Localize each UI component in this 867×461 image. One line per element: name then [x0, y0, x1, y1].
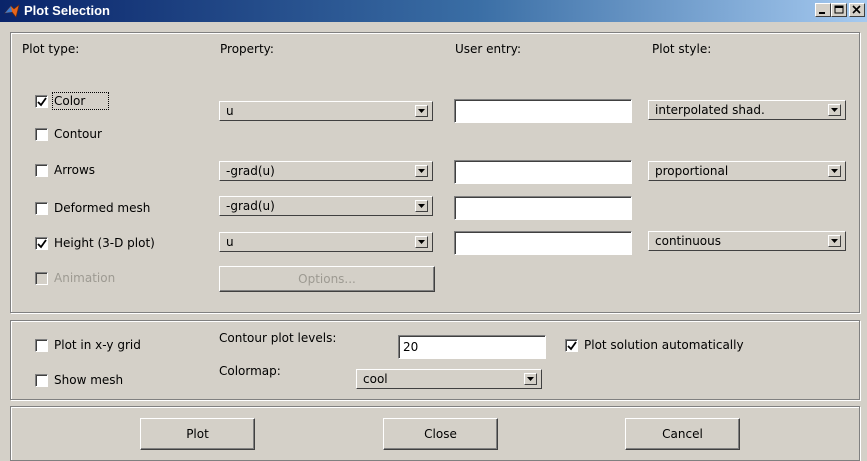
dropdown-arrow-icon: [415, 105, 428, 117]
color-checkbox[interactable]: [35, 95, 48, 108]
arrows-style-dropdown[interactable]: proportional: [648, 161, 846, 181]
arrows-property-value: -grad(u): [226, 164, 275, 178]
height-style-dropdown[interactable]: continuous: [648, 231, 846, 251]
height-property-dropdown[interactable]: u: [219, 232, 433, 252]
animation-checkbox: [35, 272, 48, 285]
arrows-label: Arrows: [54, 163, 96, 177]
dropdown-arrow-icon: [828, 165, 841, 177]
arrows-property-dropdown[interactable]: -grad(u): [219, 161, 433, 181]
arrows-user-entry-input[interactable]: [455, 161, 631, 183]
contour-label: Contour: [54, 127, 102, 141]
animation-options-button: Options...: [219, 266, 435, 292]
close-icon: [852, 5, 861, 14]
dropdown-arrow-icon: [415, 236, 428, 248]
deformed-property-value: -grad(u): [226, 199, 275, 213]
title-bar[interactable]: Plot Selection: [0, 0, 867, 22]
maximize-icon: [834, 5, 844, 14]
animation-label: Animation: [54, 271, 116, 285]
checkmark-icon: [567, 341, 577, 351]
auto-plot-label: Plot solution automatically: [584, 338, 744, 352]
user-entry-header: User entry:: [455, 42, 522, 56]
colormap-value: cool: [363, 372, 388, 386]
cancel-button[interactable]: Cancel: [625, 418, 740, 450]
show-mesh-label: Show mesh: [54, 373, 124, 387]
minimize-button[interactable]: [815, 3, 831, 17]
checkmark-icon: [37, 97, 47, 107]
window-title: Plot Selection: [24, 3, 110, 18]
height-user-entry[interactable]: [454, 231, 632, 255]
contour-levels-field[interactable]: [398, 335, 546, 359]
deformed-user-entry[interactable]: [454, 196, 632, 220]
dropdown-arrow-icon: [415, 165, 428, 177]
dropdown-arrow-icon: [415, 200, 428, 212]
auto-plot-checkbox[interactable]: [565, 339, 578, 352]
plot-style-header: Plot style:: [652, 42, 712, 56]
color-user-entry-input[interactable]: [455, 100, 631, 122]
height-style-value: continuous: [655, 234, 721, 248]
color-property-value: u: [226, 104, 234, 118]
maximize-button[interactable]: [831, 3, 847, 17]
colormap-dropdown[interactable]: cool: [356, 369, 542, 389]
deformed-user-entry-input[interactable]: [455, 197, 631, 219]
contour-levels-label: Contour plot levels:: [219, 331, 337, 345]
dropdown-arrow-icon: [524, 373, 537, 385]
plot-type-header: Plot type:: [22, 42, 80, 56]
property-header: Property:: [220, 42, 274, 56]
close-window-button[interactable]: [849, 3, 865, 17]
deformed-property-dropdown[interactable]: -grad(u): [219, 196, 433, 216]
dropdown-arrow-icon: [828, 104, 841, 116]
checkmark-icon: [37, 239, 47, 249]
xy-grid-label: Plot in x-y grid: [54, 338, 141, 352]
arrows-checkbox[interactable]: [35, 164, 48, 177]
color-user-entry[interactable]: [454, 99, 632, 123]
color-style-value: interpolated shad.: [655, 103, 765, 117]
contour-checkbox[interactable]: [35, 128, 48, 141]
color-property-dropdown[interactable]: u: [219, 101, 433, 121]
dropdown-arrow-icon: [828, 235, 841, 247]
height-user-entry-input[interactable]: [455, 232, 631, 254]
color-style-dropdown[interactable]: interpolated shad.: [648, 100, 846, 120]
height-checkbox[interactable]: [35, 237, 48, 250]
height-label: Height (3-D plot): [54, 236, 155, 250]
deformed-mesh-checkbox[interactable]: [35, 202, 48, 215]
contour-levels-input[interactable]: [399, 336, 545, 358]
close-button[interactable]: Close: [383, 418, 498, 450]
color-label[interactable]: Color: [51, 92, 110, 110]
xy-grid-checkbox[interactable]: [35, 339, 48, 352]
minimize-icon: [819, 12, 825, 14]
matlab-logo-icon: [4, 4, 20, 18]
deformed-mesh-label: Deformed mesh: [54, 201, 151, 215]
colormap-label: Colormap:: [219, 364, 281, 378]
arrows-style-value: proportional: [655, 164, 729, 178]
height-property-value: u: [226, 235, 234, 249]
show-mesh-checkbox[interactable]: [35, 374, 48, 387]
arrows-user-entry[interactable]: [454, 160, 632, 184]
plot-button[interactable]: Plot: [140, 418, 255, 450]
